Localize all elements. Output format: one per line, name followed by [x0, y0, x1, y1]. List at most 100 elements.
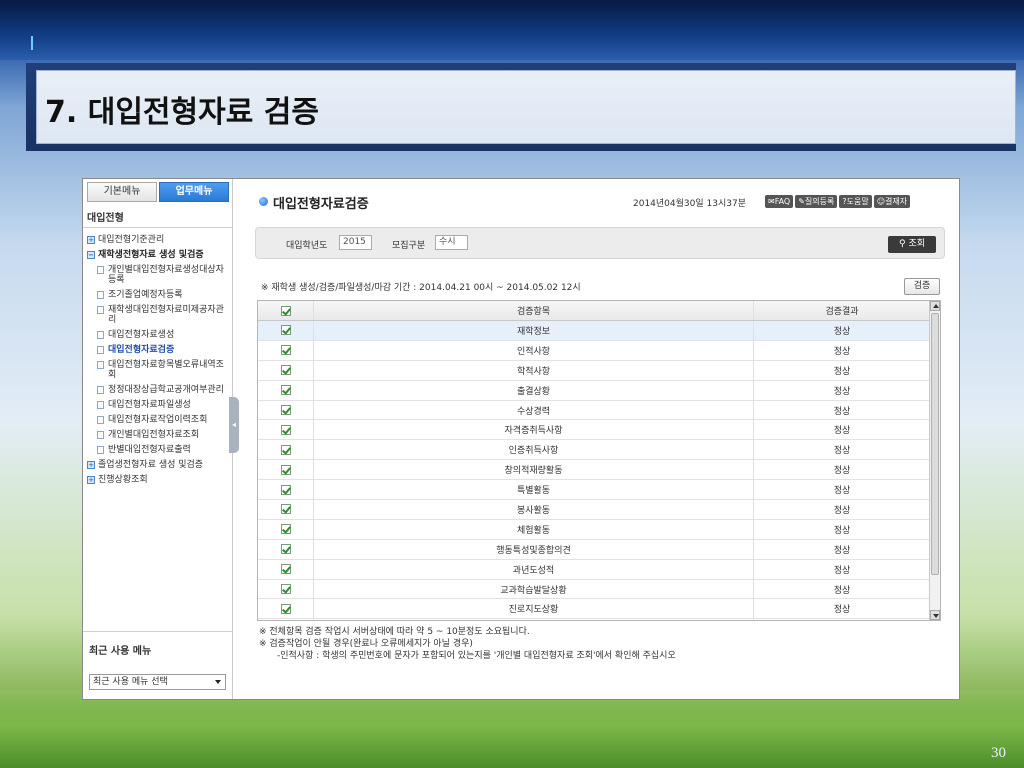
faq-button-label: FAQ [774, 197, 791, 206]
select-all-checkbox[interactable] [280, 305, 291, 316]
table-row[interactable]: 봉사활동 정상 [258, 500, 930, 520]
sidebar-item-early-graduate[interactable]: 조기졸업예정자등록 [97, 290, 229, 300]
tab-work-menu[interactable]: 업무메뉴 [159, 182, 229, 202]
help-button[interactable]: ?도움말 [839, 195, 872, 208]
sidebar-item-enrolled-data[interactable]: − 재학생전형자료 생성 및검증 [87, 250, 229, 260]
sidebar-item-graduate-data[interactable]: + 졸업생전형자료 생성 및검증 [87, 460, 229, 470]
checkbox-cell [258, 480, 314, 500]
approver-button[interactable]: ☺결재자 [873, 195, 911, 208]
row-checkbox[interactable] [280, 444, 291, 455]
table-row[interactable]: 체험활동 정상 [258, 519, 930, 540]
row-checkbox[interactable] [280, 544, 291, 555]
sidebar-item-label: 개인별대입전형자료조회 [108, 430, 200, 440]
sidebar-item-label: 대입전형자료작업이력조회 [108, 415, 208, 425]
checkbox-cell [258, 579, 314, 599]
table-row[interactable]: 인적사항 정상 [258, 340, 930, 361]
sidebar-item-label: 조기졸업예정자등록 [108, 290, 183, 300]
table-row[interactable]: 진로지도상황 정상 [258, 599, 930, 620]
result-cell: 정상 [833, 466, 851, 477]
checkbox-cell [258, 400, 314, 420]
sidebar-item-error-history[interactable]: 대입전형자료항목별오류내역조회 [97, 360, 229, 380]
scroll-up-arrow-icon[interactable] [930, 301, 940, 311]
table-row[interactable]: 행동특성및종합의견 정상 [258, 539, 930, 560]
verify-button[interactable]: 검증 [904, 278, 940, 295]
checkbox-cell [258, 380, 314, 400]
search-button[interactable]: ⚲ 조회 [888, 236, 936, 253]
row-checkbox[interactable] [280, 464, 291, 475]
row-checkbox[interactable] [280, 405, 291, 415]
slide-title-box: 7. 대입전형자료 검증 [36, 70, 1016, 144]
sidebar-item-progress[interactable]: + 진행상황조회 [87, 475, 229, 485]
person-icon: ☺ [876, 197, 886, 206]
type-field[interactable]: 수시 [435, 235, 468, 250]
year-field[interactable]: 2015 [339, 235, 372, 250]
row-checkbox[interactable] [280, 484, 291, 495]
header-result: 검증결과 [825, 307, 859, 317]
sidebar-item-file-create[interactable]: 대입전형자료파일생성 [97, 400, 229, 410]
table-row[interactable]: 과년도성적 정상 [258, 559, 930, 580]
tab-basic-menu[interactable]: 기본메뉴 [87, 182, 157, 202]
result-cell: 정상 [833, 346, 851, 357]
verification-grid: 검증항목 검증결과 재학정보 정상 인적사항 정상 학적사항 정상 출결상황 정상 수상… [257, 300, 941, 621]
sidebar-item-target-register[interactable]: 개인별대입전형자료생성대상자등록 [97, 265, 229, 285]
table-row[interactable]: 창의적재량활동 정상 [258, 460, 930, 481]
recent-divider [83, 631, 232, 632]
table-row[interactable]: 특별활동 정상 [258, 480, 930, 501]
row-checkbox[interactable] [280, 564, 291, 575]
slide-number: 30 [991, 745, 1006, 761]
item-cell: 학적사항 [314, 360, 754, 380]
sidebar-item-individual-view[interactable]: 개인별대입전형자료조회 [97, 430, 229, 440]
sidebar-item-label: 재학생대입전형자료미제공자관리 [108, 305, 224, 325]
toolbar: ✉FAQ ✎질의등록 ?도움말 ☺결재자 [765, 195, 911, 208]
table-row[interactable]: 출결상황 정상 [258, 380, 930, 401]
table-row[interactable]: 인증취득사항 정상 [258, 440, 930, 461]
row-checkbox[interactable] [280, 345, 291, 356]
item-cell: 행동특성및종합의견 [314, 539, 754, 559]
item-cell: 진로지도상황 [314, 599, 754, 619]
sidebar-item-data-verify[interactable]: 대입전형자료검증 [97, 345, 229, 355]
sidebar-item-disclosure[interactable]: 정정대장상급학교공개여부관리 [97, 385, 229, 395]
row-checkbox[interactable] [280, 385, 291, 396]
document-icon [97, 361, 104, 369]
note-line: -인적사항 : 학생의 주민번호에 문자가 포함되어 있는지를 '개인별 대입전… [277, 651, 676, 661]
recent-menu-select[interactable]: 최근 사용 메뉴 선택 [89, 674, 226, 690]
table-row[interactable]: 수상경력 정상 [258, 400, 930, 421]
question-register-button[interactable]: ✎질의등록 [795, 195, 838, 208]
row-checkbox[interactable] [280, 504, 291, 515]
sidebar: 기본메뉴 업무메뉴 대입전형 + 대입전형기준관리 − 재학생전형자료 생성 및검증… [83, 179, 233, 699]
scroll-thumb[interactable] [931, 313, 939, 575]
result-cell: 정상 [833, 366, 851, 377]
table-row[interactable]: 재학정보 정상 [258, 321, 930, 341]
table-row[interactable]: 자격증취득사항 정상 [258, 420, 930, 441]
table-row[interactable]: 교과학습발달상황 정상 [258, 579, 930, 600]
sidebar-item-label: 졸업생전형자료 생성 및검증 [98, 460, 204, 470]
checkbox-cell [258, 599, 314, 619]
sidebar-item-label: 대입전형기준관리 [98, 235, 165, 245]
table-row[interactable]: 학적사항 정상 [258, 360, 930, 381]
result-cell: 정상 [833, 386, 851, 397]
item-cell: 인적사항 [314, 340, 754, 360]
result-cell: 정상 [833, 406, 851, 417]
row-checkbox[interactable] [280, 365, 291, 376]
plus-box-icon: + [87, 476, 95, 484]
item-cell: 창의적재량활동 [314, 460, 754, 480]
sidebar-item-non-provider[interactable]: 재학생대입전형자료미제공자관리 [97, 305, 229, 325]
checkbox-cell [258, 519, 314, 539]
document-icon [97, 331, 104, 339]
grid-scrollbar[interactable] [929, 301, 940, 620]
sidebar-item-class-print[interactable]: 반별대입전형자료출력 [97, 445, 229, 455]
row-checkbox[interactable] [280, 584, 291, 595]
scroll-down-arrow-icon[interactable] [930, 610, 940, 620]
sidebar-item-data-create[interactable]: 대입전형자료생성 [97, 330, 229, 340]
sidebar-item-admission-criteria[interactable]: + 대입전형기준관리 [87, 235, 229, 245]
checkbox-cell [258, 340, 314, 360]
recent-menu-select-value: 최근 사용 메뉴 선택 [93, 677, 168, 687]
row-checkbox[interactable] [280, 524, 291, 535]
sidebar-item-job-history[interactable]: 대입전형자료작업이력조회 [97, 415, 229, 425]
faq-button[interactable]: ✉FAQ [765, 195, 794, 208]
sidebar-collapse-handle[interactable]: ◂ [229, 397, 239, 453]
row-checkbox[interactable] [280, 325, 291, 336]
row-checkbox[interactable] [280, 424, 291, 435]
sidebar-divider [83, 227, 232, 228]
row-checkbox[interactable] [280, 603, 291, 614]
